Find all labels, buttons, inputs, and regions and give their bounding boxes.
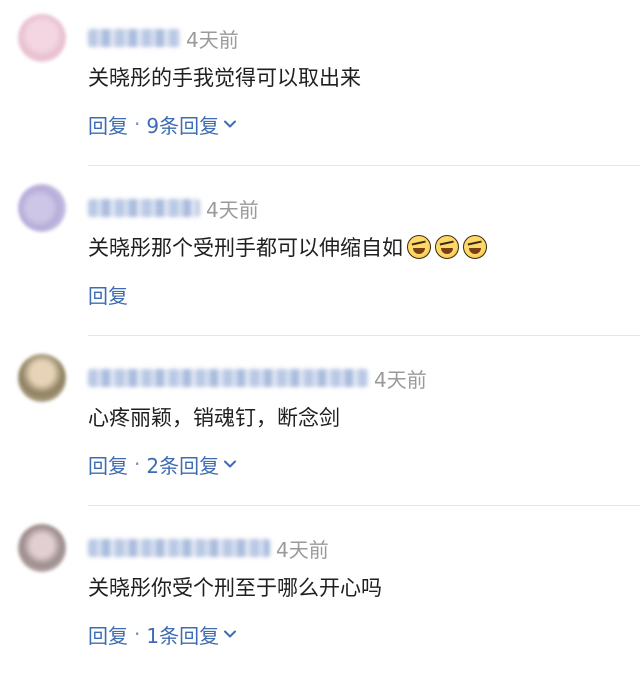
reply-button[interactable]: 回复 (88, 620, 128, 649)
laughing-emoji-icon (435, 235, 459, 259)
comment-item: 4天前 关晓彤那个受刑手都可以伸缩自如 回复 (0, 170, 640, 340)
timestamp: 4天前 (206, 197, 259, 222)
comment-text-body: 关晓彤的手我觉得可以取出来 (88, 66, 361, 90)
separator-dot: · (134, 622, 141, 646)
chevron-down-icon[interactable] (223, 117, 237, 131)
timestamp: 4天前 (186, 27, 239, 52)
separator-dot: · (134, 112, 141, 136)
divider (88, 165, 640, 166)
comment-actions: 回复 · 2条回复 (88, 450, 237, 478)
timestamp: 4天前 (374, 367, 427, 392)
comment-text: 关晓彤的手我觉得可以取出来 (88, 62, 361, 92)
comment-header: 4天前 (88, 364, 427, 392)
avatar[interactable] (18, 524, 66, 572)
comment-item: 4天前 关晓彤的手我觉得可以取出来 回复 · 9条回复 (0, 0, 640, 170)
timestamp: 4天前 (276, 537, 329, 562)
reply-button[interactable]: 回复 (88, 110, 128, 139)
comment-text-body: 关晓彤那个受刑手都可以伸缩自如 (88, 236, 403, 260)
laughing-emoji-icon (407, 235, 431, 259)
comment-actions: 回复 · 9条回复 (88, 110, 237, 138)
comment-text-body: 心疼丽颖，销魂钉，断念剑 (88, 406, 340, 430)
comment-list: 4天前 关晓彤的手我觉得可以取出来 回复 · 9条回复 4天前 关晓彤那个受刑手… (0, 0, 640, 673)
comment-actions: 回复 (88, 280, 128, 308)
avatar[interactable] (18, 14, 66, 62)
username-blurred[interactable] (88, 539, 270, 557)
comment-text: 关晓彤那个受刑手都可以伸缩自如 (88, 232, 487, 262)
view-replies-button[interactable]: 1条回复 (146, 620, 219, 649)
comment-item: 4天前 心疼丽颖，销魂钉，断念剑 回复 · 2条回复 (0, 340, 640, 510)
username-blurred[interactable] (88, 199, 200, 217)
separator-dot: · (134, 452, 141, 476)
comment-header: 4天前 (88, 24, 239, 52)
comment-text: 关晓彤你受个刑至于哪么开心吗 (88, 572, 382, 602)
view-replies-button[interactable]: 9条回复 (146, 110, 219, 139)
comment-header: 4天前 (88, 194, 259, 222)
reply-button[interactable]: 回复 (88, 450, 128, 479)
chevron-down-icon[interactable] (223, 457, 237, 471)
comment-text: 心疼丽颖，销魂钉，断念剑 (88, 402, 340, 432)
comment-header: 4天前 (88, 534, 329, 562)
view-replies-button[interactable]: 2条回复 (146, 450, 219, 479)
comment-actions: 回复 · 1条回复 (88, 620, 237, 648)
avatar[interactable] (18, 184, 66, 232)
reply-button[interactable]: 回复 (88, 280, 128, 309)
comment-item: 4天前 关晓彤你受个刑至于哪么开心吗 回复 · 1条回复 (0, 510, 640, 673)
divider (88, 335, 640, 336)
username-blurred[interactable] (88, 369, 368, 387)
laughing-emoji-icon (463, 235, 487, 259)
username-blurred[interactable] (88, 29, 180, 47)
comment-text-body: 关晓彤你受个刑至于哪么开心吗 (88, 576, 382, 600)
chevron-down-icon[interactable] (223, 627, 237, 641)
avatar[interactable] (18, 354, 66, 402)
divider (88, 505, 640, 506)
